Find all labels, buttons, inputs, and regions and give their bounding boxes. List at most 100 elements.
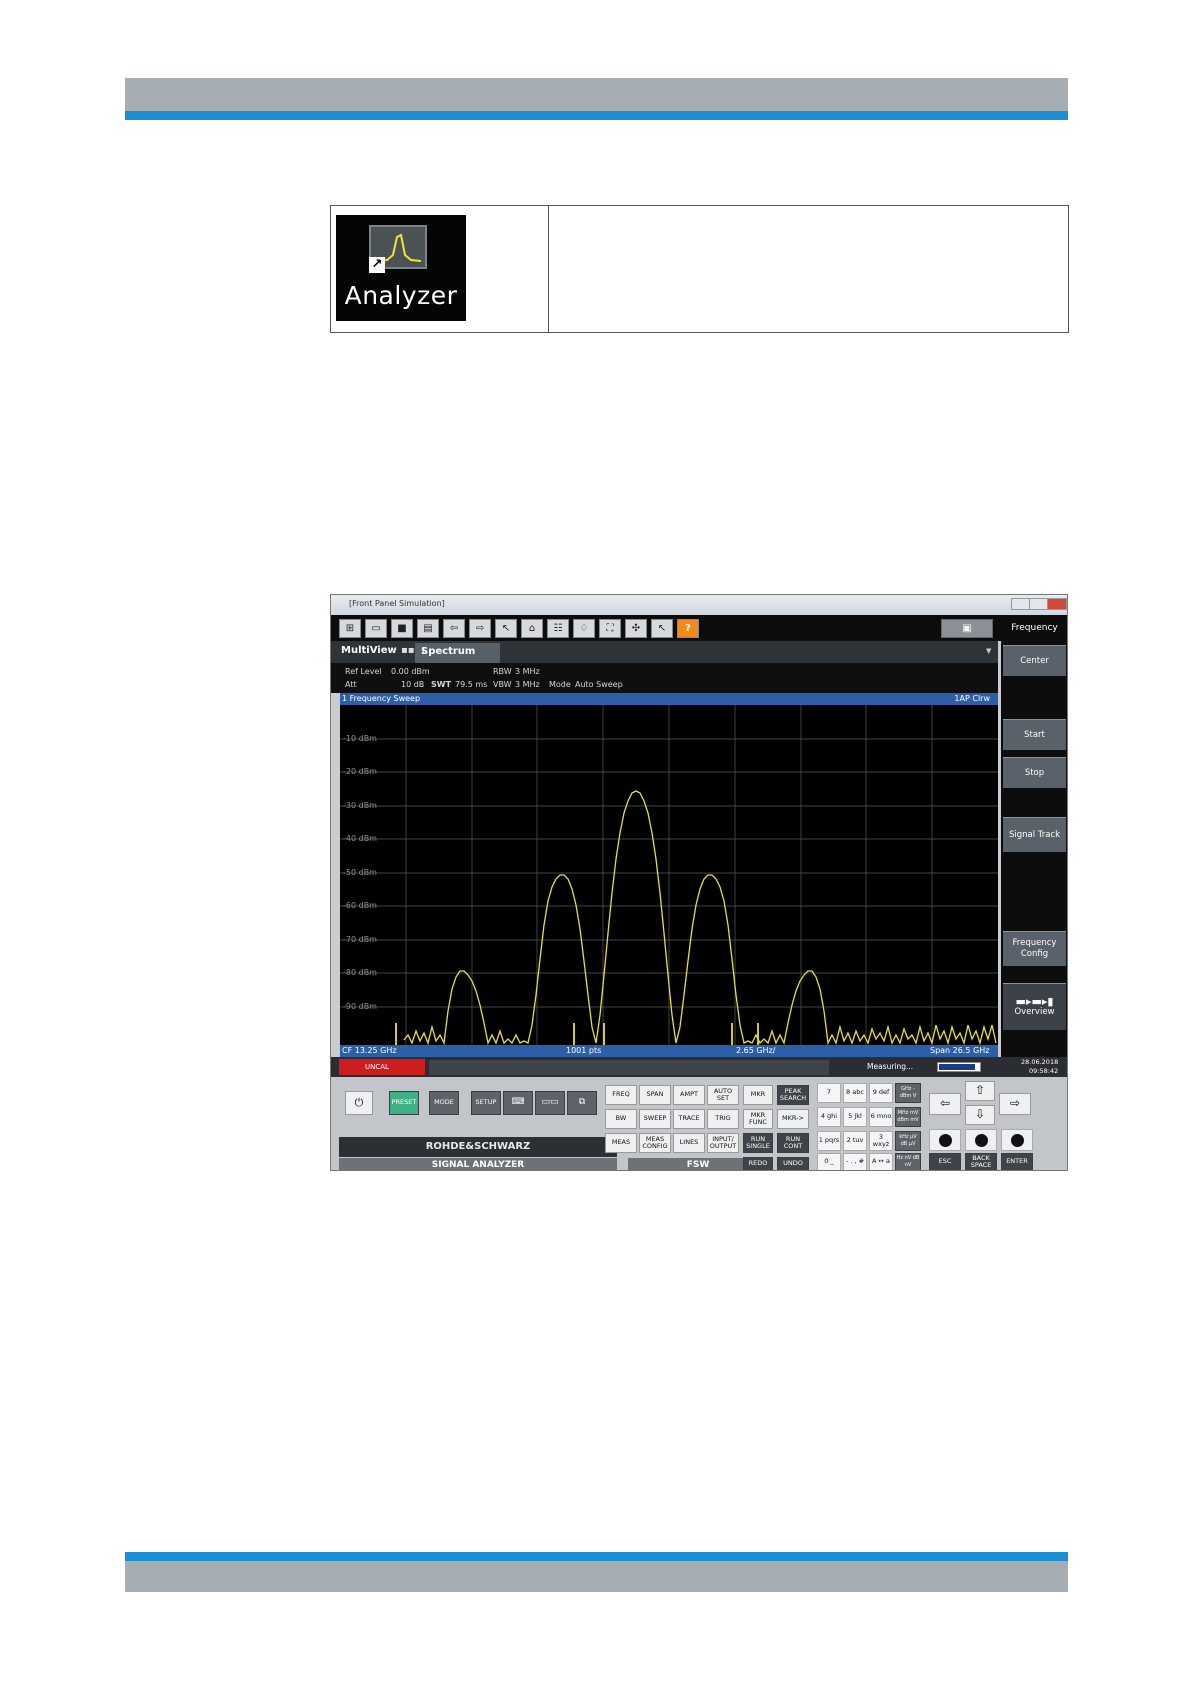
analyzer-shortcut-icon[interactable]: ↗ Analyzer bbox=[336, 215, 466, 321]
mkr-to-button[interactable]: MKR-> bbox=[777, 1109, 809, 1129]
screenshot-icon[interactable]: ▣ bbox=[941, 619, 993, 638]
unit-key-hz[interactable]: Hz nV dB nV bbox=[895, 1153, 921, 1170]
measure-icon[interactable]: ✣ bbox=[625, 619, 647, 638]
preset-button[interactable]: PRESET bbox=[389, 1091, 419, 1115]
lines-button[interactable]: LINES bbox=[673, 1133, 705, 1153]
tab-spectrum[interactable]: Spectrum ! bbox=[415, 643, 500, 663]
mode-label: Mode bbox=[549, 680, 571, 689]
uncal-indicator[interactable]: UNCAL bbox=[339, 1059, 425, 1075]
mode-button[interactable]: MODE bbox=[429, 1091, 459, 1115]
trace-button[interactable]: TRACE bbox=[673, 1109, 705, 1129]
rotary-knob-right-icon[interactable] bbox=[1001, 1129, 1033, 1151]
ampt-button[interactable]: AMPT bbox=[673, 1085, 705, 1105]
meas-config-button[interactable]: MEAS CONFIG bbox=[639, 1133, 671, 1153]
key-3[interactable]: 3 wxyz bbox=[869, 1131, 893, 1151]
esc-button[interactable]: ESC bbox=[929, 1153, 961, 1170]
redo-button[interactable]: REDO bbox=[743, 1157, 773, 1170]
undo-icon[interactable]: ⇦ bbox=[443, 619, 465, 638]
signal-analyzer-window: [Front Panel Simulation] ⊞ ▭ ■ ▤ ⇦ ⇨ ↖ ⌂… bbox=[330, 594, 1068, 1171]
sweep-progress-fill bbox=[939, 1064, 975, 1070]
help-pointer-icon[interactable]: ↖ bbox=[651, 619, 673, 638]
arrow-down-icon[interactable]: ⇩ bbox=[965, 1105, 995, 1125]
page-footer-bar bbox=[125, 1561, 1068, 1592]
swt-label: SWT bbox=[431, 680, 452, 689]
keyboard-icon[interactable]: ⌨ bbox=[503, 1091, 533, 1115]
signal-track-softkey[interactable]: Signal Track bbox=[1003, 817, 1066, 852]
maximize-button[interactable] bbox=[1029, 598, 1049, 610]
sweep-button[interactable]: SWEEP bbox=[639, 1109, 671, 1129]
marker-search-icon[interactable]: ♢ bbox=[573, 619, 595, 638]
key-1[interactable]: 1 pqrs bbox=[817, 1131, 841, 1151]
rotary-knob-icon[interactable] bbox=[929, 1129, 961, 1151]
unit-key-mhz[interactable]: MHz mV dBm mV bbox=[895, 1107, 921, 1127]
y-label-90: -90 dBm bbox=[343, 1002, 377, 1011]
close-button[interactable] bbox=[1047, 598, 1067, 610]
undo-button[interactable]: UNDO bbox=[777, 1157, 809, 1170]
span-button[interactable]: SPAN bbox=[639, 1085, 671, 1105]
overview-softkey[interactable]: ▬▸▬▸▮ Overview bbox=[1003, 983, 1066, 1030]
setup-button[interactable]: SETUP bbox=[471, 1091, 501, 1115]
start-softkey[interactable]: Start bbox=[1003, 719, 1066, 750]
y-label-70: -70 dBm bbox=[343, 935, 377, 944]
pointer-icon[interactable]: ↖ bbox=[495, 619, 517, 638]
enter-button[interactable]: ENTER bbox=[1001, 1153, 1033, 1170]
stop-softkey[interactable]: Stop bbox=[1003, 757, 1066, 788]
zoom-icon[interactable]: ⛶ bbox=[599, 619, 621, 638]
minimize-button[interactable] bbox=[1011, 598, 1031, 610]
page-header-bar bbox=[125, 78, 1068, 111]
freq-button[interactable]: FREQ bbox=[605, 1085, 637, 1105]
measuring-status: Measuring... bbox=[867, 1062, 914, 1071]
y-label-10: -10 dBm bbox=[343, 734, 377, 743]
power-icon[interactable]: ⏻ bbox=[345, 1091, 373, 1115]
arrow-up-icon[interactable]: ⇧ bbox=[965, 1081, 995, 1101]
shortcut-arrow-icon: ↗ bbox=[369, 257, 385, 273]
tab-spectrum-label: Spectrum bbox=[421, 646, 476, 657]
mkr-func-button[interactable]: MKR FUNC bbox=[743, 1109, 773, 1129]
chevron-down-icon[interactable]: ▼ bbox=[986, 647, 991, 655]
tab-multiview[interactable]: MultiView bbox=[341, 645, 397, 656]
rotary-knob-center-icon[interactable] bbox=[965, 1129, 997, 1151]
frequency-config-softkey[interactable]: Frequency Config bbox=[1003, 931, 1066, 966]
center-softkey[interactable]: Center bbox=[1003, 645, 1066, 676]
run-cont-button[interactable]: RUN CONT bbox=[777, 1133, 809, 1153]
input-output-button[interactable]: INPUT/ OUTPUT bbox=[707, 1133, 739, 1153]
key-7[interactable]: 7 bbox=[817, 1083, 841, 1103]
key-9[interactable]: 9 def bbox=[869, 1083, 893, 1103]
marker-icon[interactable]: ⌂ bbox=[521, 619, 543, 638]
meas-button[interactable]: MEAS bbox=[605, 1133, 637, 1153]
arrow-right-icon[interactable]: ⇨ bbox=[999, 1093, 1031, 1115]
key-case[interactable]: A ↔ a bbox=[869, 1153, 893, 1170]
key-0[interactable]: 0 _ bbox=[817, 1153, 841, 1170]
help-icon[interactable]: ? bbox=[677, 619, 699, 638]
spectrum-plot[interactable]: -10 dBm -20 dBm -30 dBm -40 dBm -50 dBm … bbox=[340, 705, 998, 1045]
display-split-icon[interactable]: ▭▭ bbox=[535, 1091, 565, 1115]
open-icon[interactable]: ▭ bbox=[365, 619, 387, 638]
redo-icon[interactable]: ⇨ bbox=[469, 619, 491, 638]
save-icon[interactable]: ■ bbox=[391, 619, 413, 638]
time: 09:58:42 bbox=[1029, 1067, 1059, 1075]
date-time: 28.06.2018 09:58:42 bbox=[1021, 1058, 1058, 1076]
windows-icon[interactable]: ⊞ bbox=[339, 619, 361, 638]
table-icon[interactable]: ☷ bbox=[547, 619, 569, 638]
key-2[interactable]: 2 tuv bbox=[843, 1131, 867, 1151]
measurement-info: Ref Level 0.00 dBm Att 10 dB SWT 79.5 ms… bbox=[331, 663, 998, 693]
span-value: Span 26.5 GHz bbox=[930, 1046, 990, 1055]
mkr-button[interactable]: MKR bbox=[743, 1085, 773, 1105]
print-icon[interactable]: ▤ bbox=[417, 619, 439, 638]
warning-icon: ! bbox=[421, 646, 426, 657]
backspace-button[interactable]: BACK SPACE bbox=[965, 1153, 997, 1170]
key-5[interactable]: 5 jkl bbox=[843, 1107, 867, 1127]
arrow-left-icon[interactable]: ⇦ bbox=[929, 1093, 961, 1115]
window-switch-icon[interactable]: ⧉ bbox=[567, 1091, 597, 1115]
bw-button[interactable]: BW bbox=[605, 1109, 637, 1129]
run-single-button[interactable]: RUN SINGLE bbox=[743, 1133, 773, 1153]
trig-button[interactable]: TRIG bbox=[707, 1109, 739, 1129]
unit-key-ghz[interactable]: GHz -dBm V bbox=[895, 1083, 921, 1103]
auto-set-button[interactable]: AUTO SET bbox=[707, 1085, 739, 1105]
key-decimal[interactable]: - . , # bbox=[843, 1153, 867, 1170]
key-4[interactable]: 4 ghi bbox=[817, 1107, 841, 1127]
unit-key-khz[interactable]: kHz µV dB µV bbox=[895, 1131, 921, 1151]
key-8[interactable]: 8 abc bbox=[843, 1083, 867, 1103]
key-6[interactable]: 6 mno bbox=[869, 1107, 893, 1127]
peak-search-button[interactable]: PEAK SEARCH bbox=[777, 1085, 809, 1105]
